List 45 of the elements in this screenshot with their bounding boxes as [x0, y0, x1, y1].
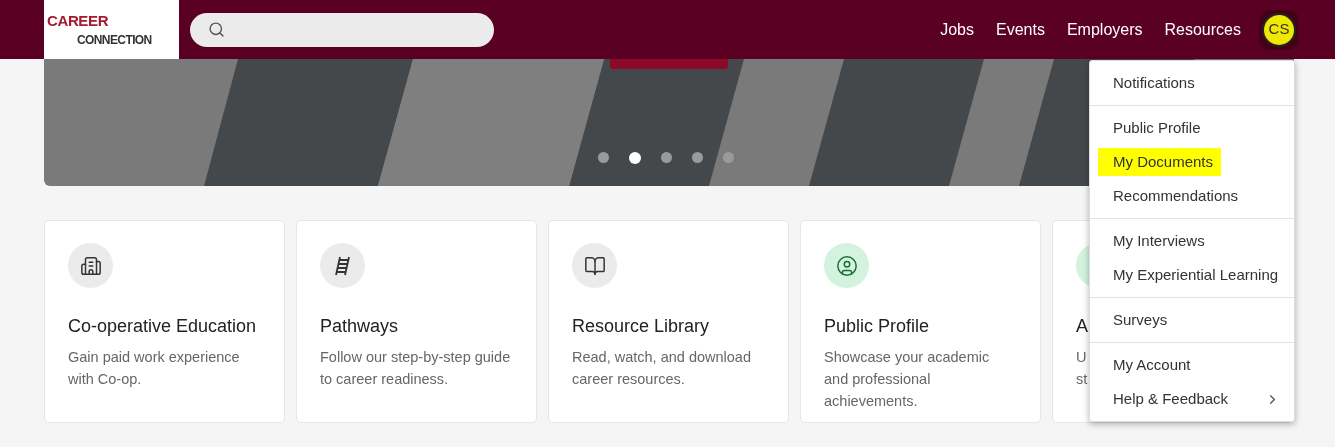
menu-item[interactable]: My Experiential Learning: [1090, 258, 1294, 292]
nav-link[interactable]: Events: [996, 17, 1045, 42]
logo[interactable]: CAREER CONNECTION: [44, 0, 179, 59]
menu-item[interactable]: My Documents: [1090, 145, 1294, 179]
card-title: Resource Library: [572, 315, 710, 338]
card-title: Public Profile: [824, 315, 930, 338]
card-description: Gain paid work experience with Co-op.: [68, 348, 240, 389]
menu-item[interactable]: My Account: [1090, 348, 1294, 382]
menu-item-label: Surveys: [1113, 309, 1168, 330]
menu-item-label: My Experiential Learning: [1113, 264, 1279, 285]
menu-item-label: Public Profile: [1113, 117, 1201, 138]
feature-card[interactable]: Co-operative Education Gain paid work experience with Co-op.: [44, 220, 285, 423]
card-description: Follow our step-by-step guide to career readiness.: [320, 348, 511, 389]
menu-item[interactable]: Recommendations: [1090, 179, 1294, 213]
logo-text: CAREER: [47, 13, 110, 28]
feature-card[interactable]: Public Profile Showcase your academic and professional achievements.: [800, 220, 1041, 423]
feature-card[interactable]: Pathways Follow our step-by-step guide to career readiness.: [296, 220, 537, 423]
menu-item-label: Recommendations: [1113, 185, 1239, 206]
logo-text: CONNECTION: [77, 34, 153, 46]
card-title: A: [1076, 315, 1088, 338]
ladder-icon: [332, 254, 353, 277]
card-description: U st: [1076, 348, 1088, 389]
menu-item[interactable]: Surveys: [1090, 303, 1294, 337]
menu-item-label: My Interviews: [1113, 230, 1205, 251]
nav-link[interactable]: Employers: [1066, 17, 1143, 42]
search-field[interactable]: [190, 12, 494, 47]
card-description: Showcase your academic and professional achievements.: [824, 348, 990, 411]
card-title: Co-operative Education: [68, 315, 257, 338]
card-description: Read, watch, and download career resources.: [572, 348, 751, 389]
user-icon: [835, 254, 858, 277]
feature-card[interactable]: Resource Library Read, watch, and download career resources.: [548, 220, 789, 423]
menu-item[interactable]: My Interviews: [1090, 224, 1294, 258]
menu-item-label: My Account: [1113, 354, 1191, 375]
menu-item[interactable]: Notifications: [1090, 66, 1294, 100]
menu-item-label: Notifications: [1113, 72, 1195, 93]
book-icon: [583, 254, 606, 277]
menu-item-label: My Documents: [1098, 147, 1222, 177]
card-title: Pathways: [320, 315, 399, 338]
search-icon: [208, 21, 225, 38]
menu-item[interactable]: Public Profile: [1090, 111, 1294, 145]
menu-item-label: Help & Feedback: [1113, 388, 1229, 409]
nav-link[interactable]: Resources: [1164, 17, 1241, 42]
building-icon: [79, 254, 102, 277]
nav-link[interactable]: Jobs: [940, 17, 974, 42]
menu-item[interactable]: Help & Feedback: [1090, 382, 1294, 416]
